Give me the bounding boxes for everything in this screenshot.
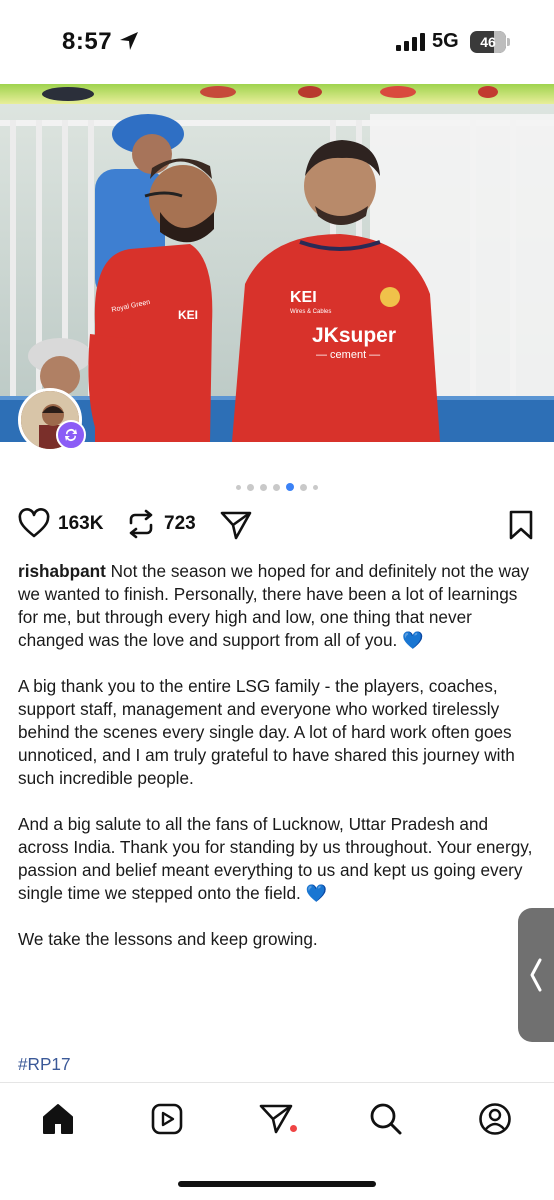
carousel-dot [247, 483, 254, 491]
jersey-sponsor-kei: KEI [290, 289, 317, 306]
carousel-dot [273, 483, 280, 491]
location-arrow-icon [120, 32, 138, 50]
nav-messages[interactable] [258, 1101, 294, 1137]
carousel-dot [260, 483, 267, 491]
search-icon [370, 1103, 402, 1135]
battery-tip [507, 38, 510, 46]
repost-badge-icon [56, 420, 86, 450]
nav-reels[interactable] [149, 1101, 185, 1137]
post-action-bar: 163K 723 [0, 506, 554, 546]
caption-paragraph: We take the lessons and keep growing. [18, 929, 318, 949]
caption-username[interactable]: rishabpant [18, 561, 106, 581]
cellular-signal-icon [396, 33, 425, 51]
post-photo[interactable]: KEI Wires & Cables JKsuper — cement — Ro… [0, 84, 554, 442]
like-count: 163K [58, 513, 104, 534]
status-bar: 8:57 5G 46 [0, 0, 554, 84]
jersey-sponsor-kei-sub: Wires & Cables [290, 309, 331, 315]
repost-count: 723 [164, 513, 196, 534]
network-type: 5G [432, 30, 459, 52]
repost-button[interactable]: 723 [126, 508, 196, 540]
caption-text: And a big salute to all the fans of Luck… [18, 814, 533, 903]
blue-heart-emoji: 💙 [305, 883, 328, 903]
caption-paragraph: And a big salute to all the fans of Luck… [18, 813, 538, 905]
chevron-left-icon [530, 958, 542, 992]
blue-heart-emoji: 💙 [402, 630, 424, 650]
profile-icon [479, 1103, 511, 1135]
caption-paragraph: rishabpant Not the season we hoped for a… [18, 560, 538, 652]
nav-home[interactable] [40, 1101, 76, 1137]
caption-hashtag[interactable]: #RP17 [18, 1054, 71, 1075]
home-indicator[interactable] [178, 1181, 376, 1187]
carousel-indicator [0, 482, 554, 492]
carousel-dot-active [286, 483, 294, 491]
battery-level: 46 [480, 34, 496, 50]
side-panel-handle[interactable] [518, 908, 554, 1042]
post-caption: rishabpant Not the season we hoped for a… [18, 560, 538, 974]
share-button[interactable] [220, 510, 252, 540]
carousel-dot [313, 484, 318, 490]
send-icon [220, 511, 252, 540]
home-icon [43, 1104, 73, 1134]
save-button[interactable] [508, 510, 534, 540]
jersey-sponsor-main: JKsuper [312, 324, 396, 347]
nav-profile[interactable] [477, 1101, 513, 1137]
like-button[interactable]: 163K [18, 508, 103, 540]
repost-icon [129, 509, 153, 539]
nav-search[interactable] [368, 1101, 404, 1137]
caption-paragraph: A big thank you to the entire LSG family… [18, 676, 515, 788]
photo-illustration: KEI Wires & Cables JKsuper — cement — Ro… [0, 84, 554, 442]
notification-dot [290, 1125, 297, 1132]
jersey-sponsor-main-sub: — cement — [316, 349, 380, 361]
heart-icon [18, 508, 50, 538]
bookmark-icon [509, 510, 533, 540]
carousel-dot [300, 483, 307, 491]
send-icon [259, 1104, 293, 1134]
reels-icon [151, 1103, 183, 1135]
carousel-dot [236, 484, 241, 490]
jersey-sponsor-left: KEI [178, 308, 198, 322]
battery-icon: 46 [470, 31, 506, 53]
status-time: 8:57 [62, 28, 113, 55]
